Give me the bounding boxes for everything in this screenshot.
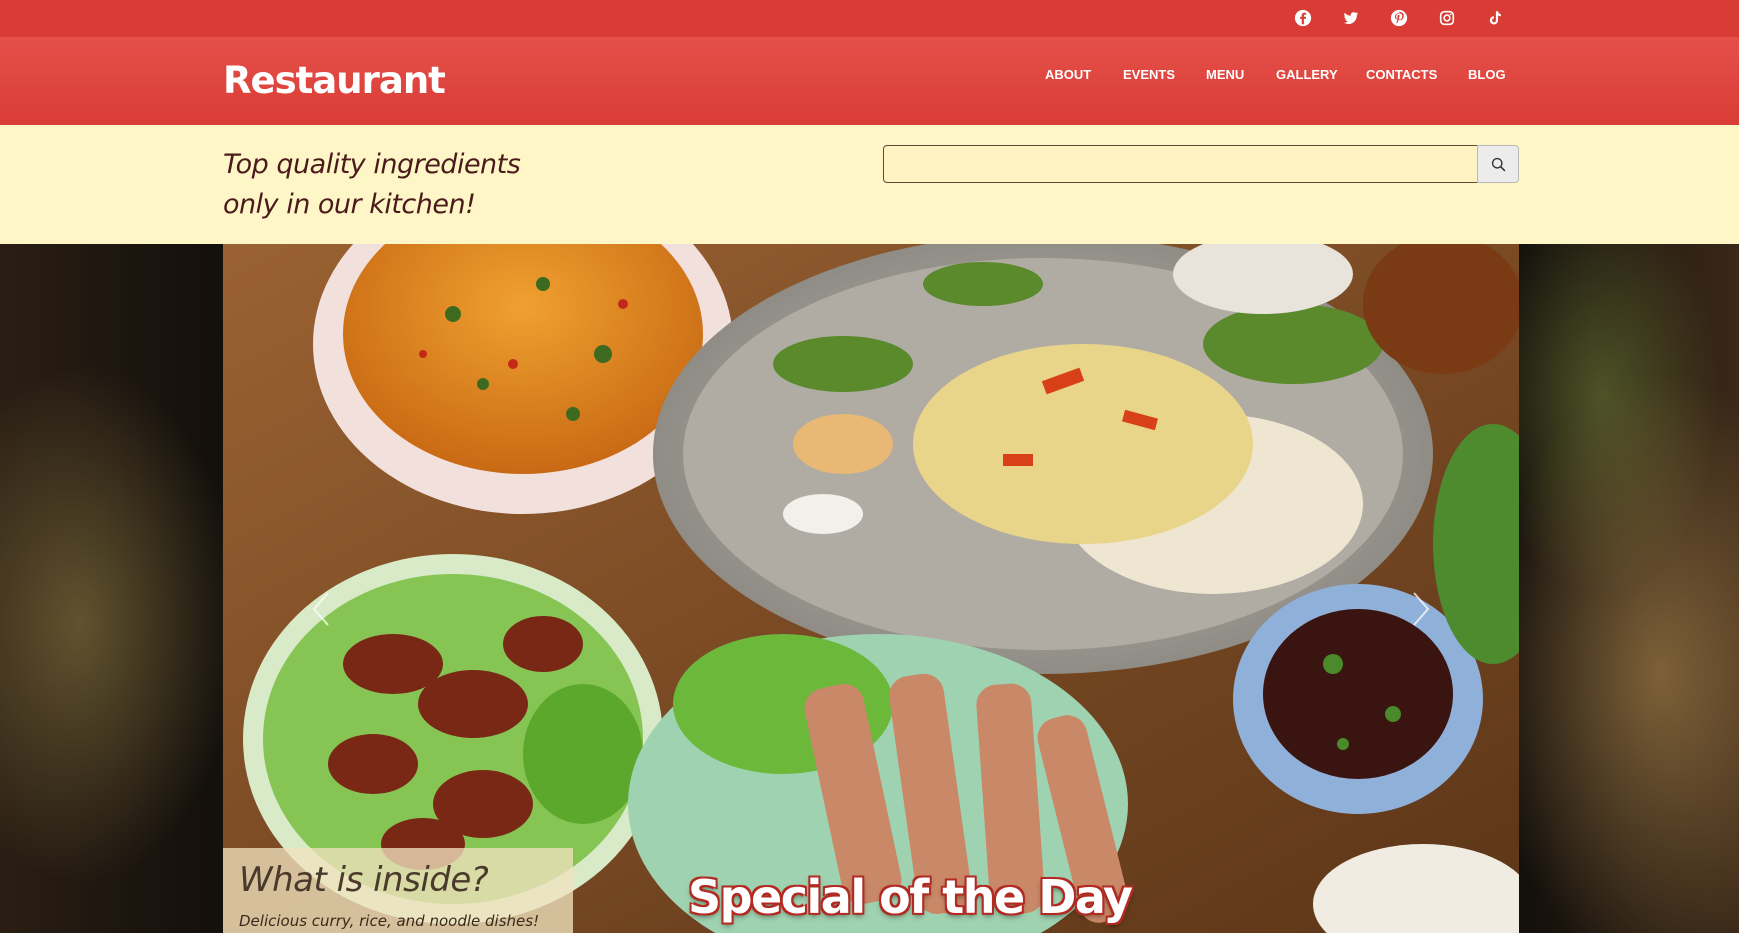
pinterest-icon[interactable] xyxy=(1389,8,1409,28)
tagline-bar: Top quality ingredients only in our kitc… xyxy=(0,125,1739,244)
brand-logo[interactable]: Restaurant xyxy=(223,59,446,103)
main-navbar: Restaurant ABOUT EVENTS MENU GALLERY CON… xyxy=(0,37,1739,125)
chevron-right-icon xyxy=(1413,592,1430,626)
special-of-the-day-heading: Special of the Day xyxy=(688,870,1133,924)
nav-gallery[interactable]: GALLERY xyxy=(1276,67,1338,83)
chevron-left-icon xyxy=(312,592,329,626)
carousel-next-button[interactable] xyxy=(1401,584,1441,634)
food-photo xyxy=(223,244,1519,933)
caption-title: What is inside? xyxy=(239,860,489,900)
tagline-line-2: only in our kitchen! xyxy=(223,189,476,220)
nav-about[interactable]: ABOUT xyxy=(1045,67,1091,83)
facebook-icon[interactable] xyxy=(1293,8,1313,28)
hero-carousel: What is inside? Delicious curry, rice, a… xyxy=(223,244,1519,933)
social-bar xyxy=(0,0,1739,37)
search-button[interactable] xyxy=(1477,145,1519,183)
nav-menu[interactable]: MENU xyxy=(1206,67,1244,83)
caption-subtitle: Delicious curry, rice, and noodle dishes… xyxy=(239,912,540,930)
tagline: Top quality ingredients only in our kitc… xyxy=(223,145,521,225)
carousel-caption: What is inside? Delicious curry, rice, a… xyxy=(223,848,573,933)
twitter-icon[interactable] xyxy=(1341,8,1361,28)
carousel-prev-button[interactable] xyxy=(301,584,341,634)
nav-blog[interactable]: BLOG xyxy=(1468,67,1506,83)
nav-contacts[interactable]: CONTACTS xyxy=(1366,67,1437,83)
search-icon xyxy=(1491,157,1505,171)
nav-events[interactable]: EVENTS xyxy=(1123,67,1175,83)
search-input[interactable] xyxy=(883,145,1478,183)
tiktok-icon[interactable] xyxy=(1485,8,1505,28)
instagram-icon[interactable] xyxy=(1437,8,1457,28)
tagline-line-1: Top quality ingredients xyxy=(223,149,521,180)
